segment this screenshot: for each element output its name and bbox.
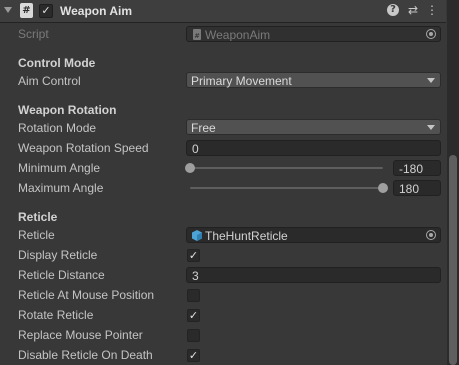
aim-control-label: Aim Control (18, 74, 81, 88)
script-field: # WeaponAim (186, 26, 441, 42)
chevron-down-icon (427, 125, 435, 130)
minimum-angle-input[interactable]: -180 (393, 160, 441, 176)
rotate-reticle-checkbox[interactable]: ✓ (187, 309, 200, 322)
disable-reticle-on-death-checkbox[interactable]: ✓ (187, 349, 200, 362)
control-mode-heading: Control Mode (18, 56, 96, 70)
object-picker-icon[interactable] (426, 230, 436, 240)
component-enabled-checkbox[interactable]: ✓ (39, 4, 53, 18)
scrollbar-thumb[interactable] (449, 155, 457, 365)
presets-icon[interactable]: ⇄ (406, 3, 420, 17)
disable-reticle-on-death-label: Disable Reticle On Death (18, 348, 153, 362)
object-picker-icon (426, 29, 436, 39)
minimum-angle-label: Minimum Angle (18, 161, 101, 175)
script-label: Script (18, 27, 49, 41)
svg-text:#: # (194, 32, 200, 40)
kebab-menu-icon[interactable]: ⋮ (425, 3, 439, 17)
component-title: Weapon Aim (60, 4, 133, 18)
reticle-distance-input[interactable]: 3 (186, 267, 441, 283)
maximum-angle-input[interactable]: 180 (393, 180, 441, 196)
script-value: WeaponAim (205, 28, 271, 42)
rotation-mode-dropdown[interactable]: Free (186, 119, 441, 135)
rotate-reticle-label: Rotate Reticle (18, 308, 94, 322)
prefab-icon (192, 230, 202, 241)
rotation-mode-value: Free (191, 121, 216, 135)
reticle-label: Reticle (18, 228, 55, 242)
reticle-at-mouse-label: Reticle At Mouse Position (18, 288, 155, 302)
reticle-at-mouse-checkbox[interactable] (187, 289, 200, 302)
reticle-heading: Reticle (18, 210, 58, 224)
rotation-speed-input[interactable]: 0 (186, 140, 441, 156)
maximum-angle-slider-track[interactable] (190, 187, 383, 189)
script-file-icon: # (193, 29, 201, 40)
maximum-angle-label: Maximum Angle (18, 181, 104, 195)
component-header: # ✓ Weapon Aim ? ⇄ ⋮ (0, 0, 446, 23)
weapon-rotation-heading: Weapon Rotation (18, 103, 117, 117)
aim-control-dropdown[interactable]: Primary Movement (186, 72, 441, 88)
maximum-angle-slider-thumb[interactable] (378, 183, 388, 193)
reticle-distance-label: Reticle Distance (18, 268, 105, 282)
replace-mouse-pointer-checkbox[interactable] (187, 329, 200, 342)
script-icon: # (20, 3, 33, 18)
reticle-object-field[interactable]: TheHuntReticle (186, 227, 441, 243)
replace-mouse-pointer-label: Replace Mouse Pointer (18, 328, 143, 342)
rotation-mode-label: Rotation Mode (18, 121, 97, 135)
rotation-speed-label: Weapon Rotation Speed (18, 141, 149, 155)
chevron-down-icon (427, 78, 435, 83)
aim-control-value: Primary Movement (191, 74, 292, 88)
display-reticle-label: Display Reticle (18, 248, 98, 262)
help-icon[interactable]: ? (387, 4, 399, 16)
minimum-angle-slider-track[interactable] (190, 167, 383, 169)
reticle-value: TheHuntReticle (205, 229, 288, 243)
minimum-angle-slider-thumb[interactable] (185, 163, 195, 173)
fold-arrow-icon[interactable] (4, 7, 12, 13)
display-reticle-checkbox[interactable]: ✓ (187, 249, 200, 262)
